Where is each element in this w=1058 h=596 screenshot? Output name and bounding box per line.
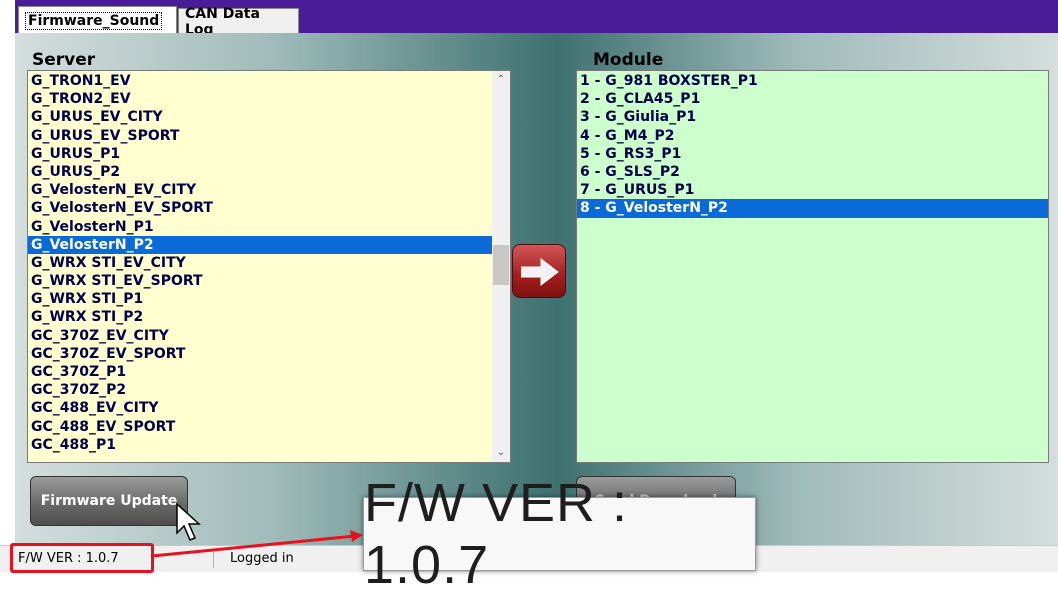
server-list-item[interactable]: GC_370Z_P1 [28, 363, 492, 381]
server-list[interactable]: G_TRON1_EV G_TRON2_EV G_URUS_EV_CITY G_URUS… [27, 70, 511, 463]
scroll-thumb[interactable] [493, 245, 509, 285]
server-list-item[interactable]: G_TRON1_EV [28, 72, 492, 90]
server-heading: Server [32, 50, 96, 70]
server-list-item[interactable]: G_VelosterN_P2 [28, 235, 492, 254]
firmware-panel: Server Module G_TRON1_EV G_TRON2_EV G_URUS… [15, 33, 1058, 545]
tab-bar: Firmware_Sound CAN Data Log [15, 0, 1058, 38]
module-list-item[interactable]: 5 - G_RS3_P1 [577, 145, 1048, 163]
mouse-cursor-icon [176, 503, 201, 541]
server-list-item[interactable]: G_VelosterN_P1 [28, 218, 492, 236]
firmware-update-button[interactable]: Firmware Update [30, 476, 188, 526]
right-arrow-icon [521, 257, 559, 287]
server-list-item[interactable]: G_URUS_EV_SPORT [28, 127, 492, 145]
server-list-item[interactable]: G_WRX STI_P2 [28, 308, 492, 326]
module-list-item[interactable]: 4 - G_M4_P2 [577, 127, 1048, 145]
scroll-up-icon[interactable]: ⌃ [492, 71, 510, 89]
server-scrollbar[interactable]: ⌃ ⌄ [492, 71, 510, 462]
module-list-item[interactable]: 1 - G_981 BOXSTER_P1 [577, 72, 1048, 90]
tab-firmware-sound[interactable]: Firmware_Sound [18, 6, 177, 35]
server-list-item[interactable]: G_WRX STI_P1 [28, 290, 492, 308]
server-list-item[interactable]: G_VelosterN_EV_CITY [28, 181, 492, 199]
server-items: G_TRON1_EV G_TRON2_EV G_URUS_EV_CITY G_URUS… [28, 72, 492, 454]
server-list-item[interactable]: G_WRX STI_EV_CITY [28, 254, 492, 272]
module-items: 1 - G_981 BOXSTER_P1 2 - G_CLA45_P1 3 - G_… [577, 72, 1048, 218]
login-status-label: Logged in [230, 551, 294, 566]
server-list-item[interactable]: GC_488_EV_CITY [28, 399, 492, 417]
tab-can-data-log[interactable]: CAN Data Log [178, 6, 299, 38]
server-list-item[interactable]: GC_370Z_EV_CITY [28, 327, 492, 345]
scroll-down-icon[interactable]: ⌄ [492, 444, 510, 462]
server-list-item[interactable]: G_URUS_P2 [28, 163, 492, 181]
server-list-item[interactable]: GC_488_P1 [28, 436, 492, 454]
module-heading: Module [593, 50, 664, 70]
module-list-item[interactable]: 8 - G_VelosterN_P2 [577, 199, 1048, 218]
server-list-item[interactable]: G_URUS_P1 [28, 145, 492, 163]
version-highlight-box [10, 543, 154, 573]
transfer-button[interactable] [512, 244, 566, 298]
module-list-item[interactable]: 3 - G_Giulia_P1 [577, 108, 1048, 126]
module-list-item[interactable]: 7 - G_URUS_P1 [577, 181, 1048, 199]
server-list-item[interactable]: G_TRON2_EV [28, 90, 492, 108]
module-list-item[interactable]: 6 - G_SLS_P2 [577, 163, 1048, 181]
module-list[interactable]: 1 - G_981 BOXSTER_P1 2 - G_CLA45_P1 3 - G_… [576, 70, 1049, 463]
server-list-item[interactable]: GC_370Z_P2 [28, 381, 492, 399]
status-divider [213, 550, 214, 568]
server-list-item[interactable]: G_VelosterN_EV_SPORT [28, 199, 492, 217]
server-list-item[interactable]: GC_370Z_EV_SPORT [28, 345, 492, 363]
version-zoom-callout: F/W VER : 1.0.7 [363, 473, 756, 595]
server-list-item[interactable]: G_WRX STI_EV_SPORT [28, 272, 492, 290]
module-list-item[interactable]: 2 - G_CLA45_P1 [577, 90, 1048, 108]
server-list-item[interactable]: GC_488_EV_SPORT [28, 418, 492, 436]
server-list-item[interactable]: G_URUS_EV_CITY [28, 108, 492, 126]
tab-label: Firmware_Sound [25, 12, 163, 30]
